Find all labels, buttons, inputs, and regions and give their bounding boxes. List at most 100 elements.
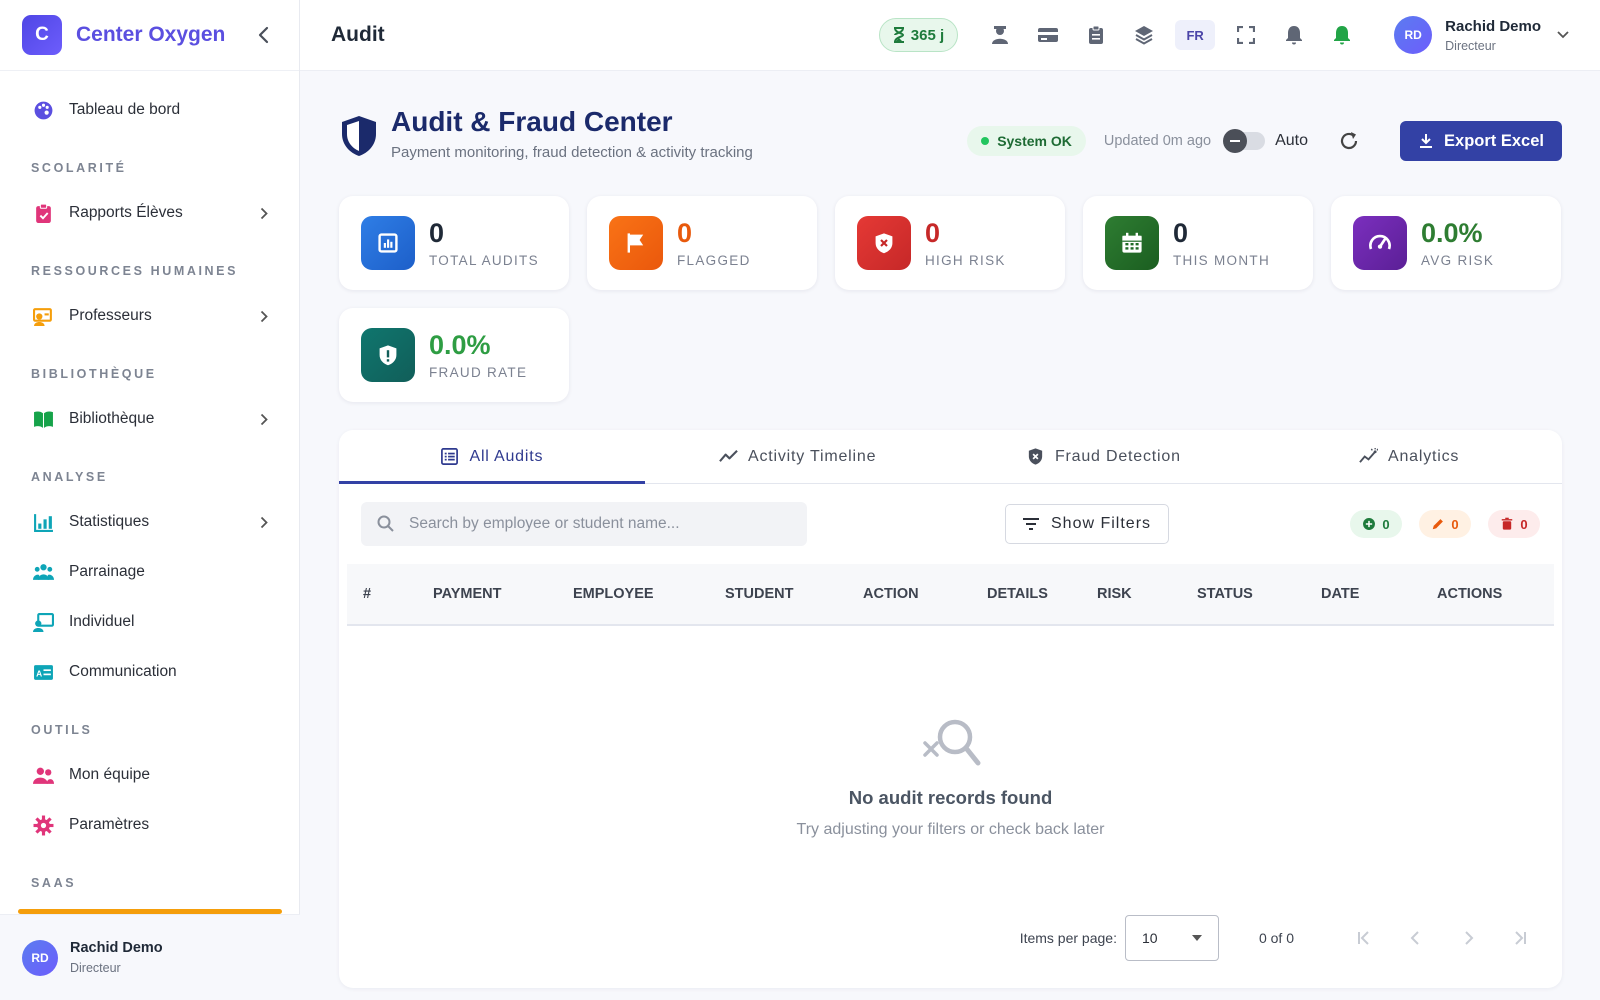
table-column-header[interactable]: RISK (1081, 586, 1181, 602)
sidebar-item-rapports-eleves[interactable]: Rapports Élèves (0, 188, 299, 238)
sidebar-item-label: Rapports Élèves (69, 204, 183, 221)
tab-fraud-detection[interactable]: Fraud Detection (951, 430, 1257, 483)
sidebar-section-label: SAAS (31, 876, 77, 890)
sidebar-item-label: Communication (69, 663, 177, 680)
table-column-header[interactable]: DETAILS (971, 586, 1081, 602)
search-box[interactable] (361, 502, 807, 546)
language-switch[interactable]: FR (1175, 20, 1216, 50)
sidebar-user-role: Directeur (70, 961, 121, 975)
table-column-header[interactable]: DATE (1305, 586, 1421, 602)
table-column-header[interactable]: STUDENT (709, 586, 847, 602)
table-header: # PAYMENT EMPLOYEE STUDENT ACTION DETAILS RISK… (347, 564, 1554, 626)
alerts-button[interactable] (1325, 18, 1359, 52)
refresh-icon (1340, 132, 1358, 150)
count-value: 0 (1520, 516, 1528, 532)
bell-green-icon (1334, 26, 1351, 45)
refresh-button[interactable] (1336, 128, 1362, 154)
table-column-header[interactable]: # (347, 586, 417, 602)
table-column-header[interactable]: ACTIONS (1421, 586, 1531, 602)
last-updated: Updated 0m ago (1103, 133, 1212, 149)
show-filters-button[interactable]: Show Filters (1005, 504, 1170, 544)
sidebar-item-label: Individuel (69, 613, 135, 630)
sidebar-item-parametres[interactable]: Paramètres (0, 800, 299, 850)
sidebar-item-statistiques[interactable]: Statistiques (0, 497, 299, 547)
tab-label: All Audits (469, 447, 544, 465)
sidebar-user[interactable]: RD Rachid Demo Directeur (0, 914, 300, 1000)
table-column-header[interactable]: EMPLOYEE (557, 586, 709, 602)
user-role: Directeur (1445, 38, 1496, 53)
teacher-switch-button[interactable] (983, 18, 1017, 52)
credit-card-icon (1038, 28, 1059, 42)
sidebar-item-tableau-de-bord[interactable]: Tableau de bord (0, 85, 299, 135)
first-page-button[interactable] (1344, 918, 1384, 958)
sidebar-item-label: Paramètres (69, 816, 150, 833)
sidebar-section-label: ANALYSE (31, 470, 108, 484)
stat-value: 0.0% (429, 329, 491, 360)
table-column-header[interactable]: STATUS (1181, 586, 1305, 602)
items-per-page-value: 10 (1141, 930, 1158, 946)
search-icon (377, 515, 394, 532)
sidebar-item-bibliotheque[interactable]: Bibliothèque (0, 394, 299, 444)
stat-label: FRAUD RATE (429, 364, 528, 380)
chevron-down-icon[interactable] (1557, 26, 1569, 44)
tab-analytics[interactable]: Analytics (1256, 430, 1562, 483)
pencil-icon (1431, 517, 1445, 531)
sidebar-section-label: SCOLARITÉ (31, 161, 127, 175)
tab-label: Analytics (1388, 447, 1460, 465)
brand-name[interactable]: Center Oxygen (76, 23, 251, 47)
shield-x-icon (857, 216, 911, 270)
team-icon (32, 764, 54, 786)
sidebar-item-parrainage[interactable]: Parrainage (0, 547, 299, 597)
tab-label: Fraud Detection (1054, 447, 1181, 465)
last-page-button[interactable] (1500, 918, 1540, 958)
fullscreen-button[interactable] (1229, 18, 1263, 52)
action-counts: 0 0 0 (1350, 510, 1540, 538)
stat-label: AVG RISK (1421, 252, 1495, 268)
sidebar-item-professeurs[interactable]: Professeurs (0, 291, 299, 341)
filter-icon (1023, 518, 1039, 530)
previous-page-button[interactable] (1396, 918, 1436, 958)
edited-count[interactable]: 0 (1419, 510, 1471, 538)
user-menu[interactable]: RD Rachid Demo Directeur (1394, 16, 1569, 54)
system-status-badge: System OK (967, 126, 1086, 156)
sidebar-item-communication[interactable]: A Communication (0, 647, 299, 697)
items-per-page-select[interactable]: 10 (1124, 915, 1219, 961)
avatar: RD (22, 939, 58, 976)
brand-logo[interactable]: C (22, 15, 62, 55)
tab-activity-timeline[interactable]: Activity Timeline (645, 430, 951, 483)
search-input[interactable] (409, 515, 789, 533)
collapse-sidebar-button[interactable] (251, 22, 277, 48)
notifications-button[interactable] (1277, 18, 1311, 52)
payment-button[interactable] (1031, 18, 1065, 52)
system-status: System OK (997, 133, 1072, 149)
layers-button[interactable] (1127, 18, 1161, 52)
shield-icon (342, 115, 376, 156)
stat-label: HIGH RISK (925, 252, 1006, 268)
next-page-button[interactable] (1448, 918, 1488, 958)
paginator: Items per page: 10 0 of 0 (339, 888, 1562, 988)
chevron-left-icon (1410, 931, 1419, 945)
subscription-days: 365 j (910, 26, 945, 44)
auto-refresh-toggle[interactable] (1223, 129, 1266, 153)
subscription-days-badge[interactable]: 365 j (878, 18, 959, 52)
table-column-header[interactable]: ACTION (847, 586, 971, 602)
teacher-icon (992, 26, 1009, 44)
deleted-count[interactable]: 0 (1488, 510, 1540, 538)
flag-icon (609, 216, 663, 270)
sidebar-item-label: Tableau de bord (69, 101, 181, 118)
sidebar-section-label: BIBLIOTHÈQUE (31, 367, 157, 381)
clipboard-button[interactable] (1079, 18, 1113, 52)
items-per-page-label: Items per page: (1019, 930, 1117, 946)
stat-card-total-audits: 0 TOTAL AUDITS (339, 196, 569, 290)
tab-all-audits[interactable]: All Audits (339, 430, 645, 484)
table-column-header[interactable]: PAYMENT (417, 586, 557, 602)
sidebar-item-mon-equipe[interactable]: Mon équipe (0, 750, 299, 800)
sidebar-item-individuel[interactable]: Individuel (0, 597, 299, 647)
export-excel-button[interactable]: Export Excel (1400, 121, 1562, 161)
sidebar-item-label: Bibliothèque (69, 410, 155, 427)
created-count[interactable]: 0 (1350, 510, 1402, 538)
list-icon (440, 447, 459, 466)
clipboard-icon (1089, 25, 1104, 44)
sidebar-item-label: Statistiques (69, 513, 150, 530)
chevron-right-icon (1465, 931, 1474, 945)
